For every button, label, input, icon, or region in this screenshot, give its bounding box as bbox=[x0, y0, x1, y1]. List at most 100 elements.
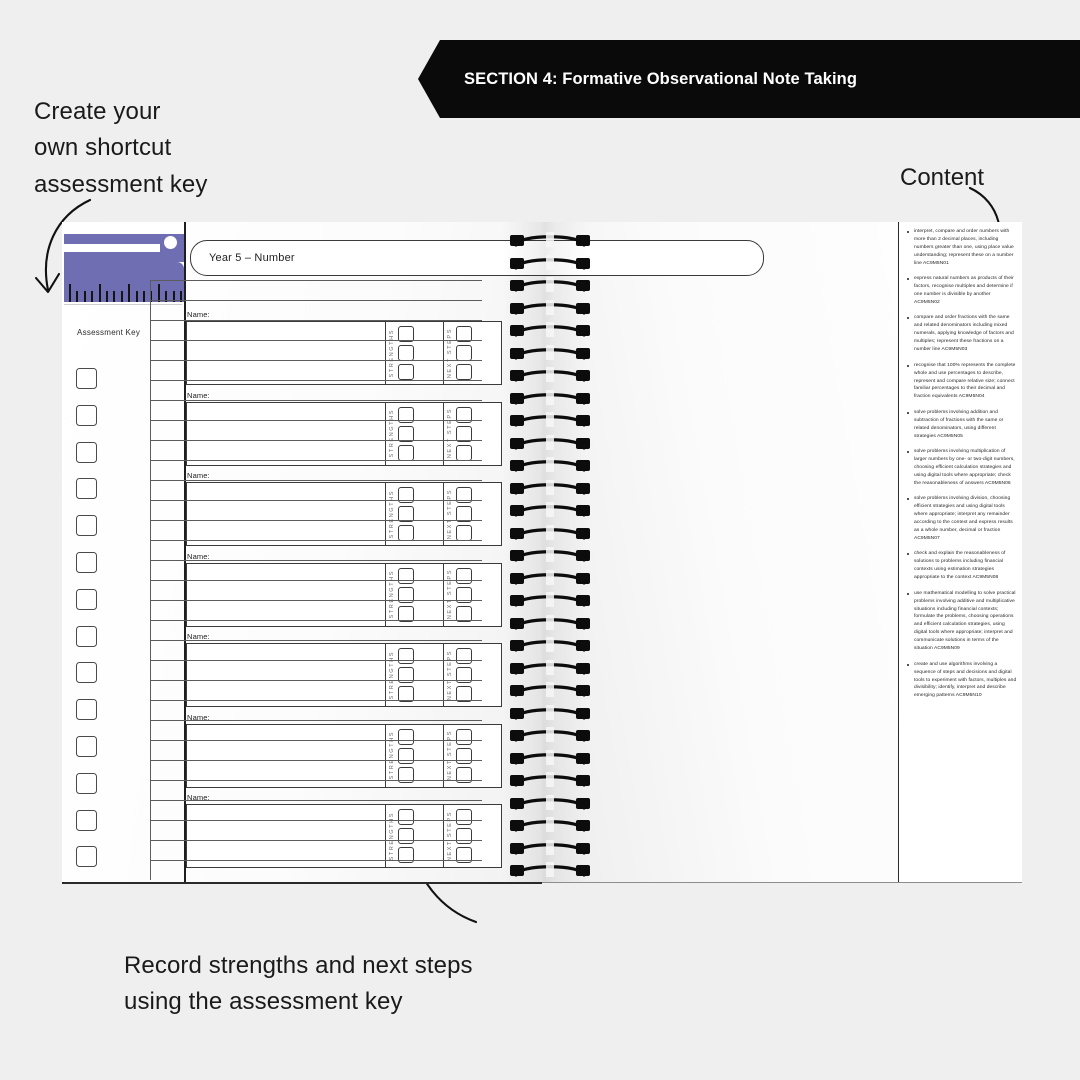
spiral-coil bbox=[510, 614, 590, 630]
assessment-key-checkbox[interactable] bbox=[76, 625, 97, 647]
assessment-key-checkbox[interactable] bbox=[76, 478, 97, 500]
ruled-line bbox=[150, 280, 482, 281]
ruled-line bbox=[150, 600, 482, 601]
ruled-lines-area bbox=[150, 280, 482, 880]
ruled-line bbox=[150, 700, 482, 701]
ruled-line bbox=[150, 560, 482, 561]
ruled-line bbox=[150, 640, 482, 641]
ruled-line bbox=[150, 860, 482, 861]
section-header-label: SECTION 4: Formative Observational Note … bbox=[464, 69, 858, 88]
ruled-line bbox=[150, 540, 482, 541]
ruled-line bbox=[150, 780, 482, 781]
assessment-key-checkbox[interactable] bbox=[76, 846, 97, 868]
assessment-key-checkbox[interactable] bbox=[76, 515, 97, 537]
ruler-tick bbox=[120, 291, 123, 302]
spiral-coil bbox=[510, 277, 590, 292]
assessment-key-checkbox[interactable] bbox=[76, 588, 97, 610]
spiral-coil bbox=[510, 479, 590, 495]
content-descriptor-bullet: check and explain the reasonableness of … bbox=[906, 550, 1017, 582]
assessment-key-checkbox[interactable] bbox=[76, 662, 97, 684]
ruled-line bbox=[150, 380, 482, 381]
ruled-line bbox=[150, 400, 482, 401]
spiral-coil bbox=[510, 389, 590, 405]
assessment-key-checkbox[interactable] bbox=[76, 552, 97, 573]
ruled-line bbox=[150, 460, 482, 461]
ruled-line bbox=[150, 520, 482, 521]
spiral-coil bbox=[510, 817, 590, 832]
ruled-line bbox=[150, 360, 482, 361]
ruled-line bbox=[150, 420, 482, 421]
ruled-line bbox=[150, 320, 482, 321]
content-descriptor-bullet: solve problems involving division, choos… bbox=[906, 495, 1017, 543]
ruler-tick bbox=[83, 291, 86, 302]
ruler-tick bbox=[113, 291, 116, 302]
spiral-coil bbox=[510, 794, 590, 810]
ruler-tick bbox=[128, 284, 131, 302]
content-descriptor-bullet: compare and order fractions with the sam… bbox=[906, 314, 1017, 354]
assessment-key-checkbox[interactable] bbox=[76, 368, 97, 389]
content-descriptor-bullet: create and use algorithms involving a se… bbox=[906, 661, 1017, 701]
ruled-line bbox=[150, 740, 482, 741]
content-descriptor-bullet: use mathematical modelling to solve prac… bbox=[906, 590, 1017, 654]
ruled-line bbox=[150, 620, 482, 621]
assessment-key-label: Assessment Key bbox=[77, 328, 141, 337]
ruled-line bbox=[150, 840, 482, 841]
ruled-line bbox=[150, 500, 482, 501]
notebook-spread: Assessment Key Year 5 – Number Name: STRE… bbox=[62, 222, 1022, 884]
spiral-coil bbox=[510, 232, 590, 247]
spiral-coil bbox=[510, 772, 590, 787]
assessment-key-checkbox[interactable] bbox=[76, 404, 97, 426]
assessment-key-checkbox[interactable] bbox=[76, 772, 97, 794]
spiral-coil bbox=[510, 547, 590, 562]
ruled-line bbox=[150, 680, 482, 681]
ruled-line bbox=[150, 480, 482, 481]
spiral-coil bbox=[510, 412, 590, 427]
content-descriptors-panel: interpret, compare and order numbers wit… bbox=[898, 222, 1022, 882]
ruler-tick bbox=[69, 284, 71, 302]
content-descriptor-bullet: recognise that 100% represents the compl… bbox=[906, 362, 1017, 402]
ruler-tick bbox=[135, 291, 138, 302]
section-header-banner: SECTION 4: Formative Observational Note … bbox=[418, 40, 1080, 118]
spiral-coil bbox=[510, 637, 590, 652]
spiral-coil bbox=[510, 457, 590, 472]
assessment-key-checkbox[interactable] bbox=[76, 441, 97, 463]
ruled-line bbox=[150, 580, 482, 581]
ruled-line bbox=[150, 760, 482, 761]
content-descriptor-bullet: solve problems involving addition and su… bbox=[906, 409, 1017, 441]
spiral-coil bbox=[510, 569, 590, 585]
spiral-coil bbox=[510, 704, 590, 720]
ruled-line bbox=[150, 820, 482, 821]
spiral-coil bbox=[510, 344, 590, 360]
ruler-tick bbox=[143, 291, 145, 302]
ruler-tick bbox=[76, 291, 79, 302]
ruler-tick bbox=[91, 291, 94, 302]
ruled-line bbox=[150, 720, 482, 721]
spiral-coil bbox=[510, 322, 590, 337]
spiral-coil bbox=[510, 367, 590, 382]
annotation-create-shortcut-key: Create your own shortcut assessment key bbox=[34, 98, 208, 198]
spiral-coil bbox=[510, 659, 590, 675]
ruled-line bbox=[150, 800, 482, 801]
spiral-coil bbox=[510, 254, 590, 270]
ruler-tick bbox=[106, 291, 108, 302]
ruler-tick bbox=[98, 284, 101, 302]
spiral-coil bbox=[510, 592, 590, 607]
assessment-key-checkbox[interactable] bbox=[76, 736, 97, 757]
spiral-coil bbox=[510, 299, 590, 315]
annotation-record-strengths: Record strengths and next steps using th… bbox=[124, 952, 473, 1016]
spiral-binding bbox=[502, 222, 598, 882]
content-descriptor-bullet: solve problems involving multiplication … bbox=[906, 448, 1017, 488]
spiral-coil bbox=[510, 727, 590, 742]
ruled-line bbox=[150, 340, 482, 341]
content-descriptor-bullet: express natural numbers as products of t… bbox=[906, 275, 1017, 307]
spiral-coil bbox=[510, 502, 590, 517]
ruled-line bbox=[150, 300, 482, 301]
assessment-key-checkbox[interactable] bbox=[76, 699, 97, 721]
ruled-line bbox=[150, 660, 482, 661]
content-descriptor-bullet: interpret, compare and order numbers wit… bbox=[906, 228, 1017, 268]
spiral-coil bbox=[510, 434, 590, 450]
ruled-line bbox=[150, 440, 482, 441]
assessment-key-checkbox[interactable] bbox=[76, 809, 97, 831]
spiral-coil bbox=[510, 682, 590, 697]
spiral-coil bbox=[510, 839, 590, 855]
